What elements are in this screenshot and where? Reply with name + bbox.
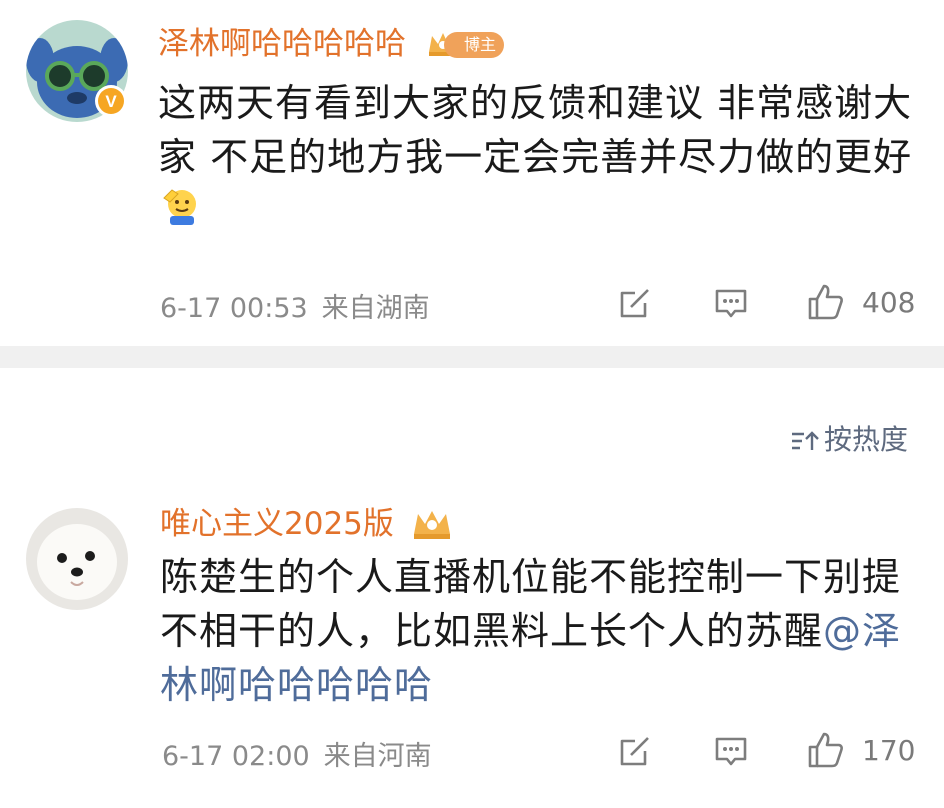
post-time: 6-17 00:53 [160, 293, 308, 324]
comment-like-count: 170 [862, 734, 916, 767]
post-username[interactable]: 泽林啊哈哈哈哈哈 [158, 24, 406, 64]
top-post: V 泽林啊哈哈哈哈哈 博主 这两天有看到大家的反馈和建议 非常感谢大家 不足的地… [0, 0, 944, 346]
sort-icon [791, 431, 819, 450]
comment-meta: 6-17 02:00 来自河南 [162, 734, 432, 773]
comment-location: 来自河南 [323, 741, 432, 772]
post-location: 来自湖南 [321, 293, 430, 324]
svg-text:V: V [105, 92, 117, 111]
blogger-badge: 博主 [444, 32, 505, 58]
dog-avatar-image [26, 508, 128, 610]
comment-text: 陈楚生的个人直播机位能不能控制一下别提不相干的人，比如黑料上长个人的苏醒 [160, 555, 902, 653]
salute-emoji-icon [163, 189, 196, 225]
commenter-username[interactable]: 唯心主义2025版 [160, 504, 394, 544]
like-icon[interactable] [806, 730, 846, 770]
share-icon[interactable] [617, 285, 653, 321]
comment-icon[interactable] [713, 285, 749, 321]
comment-time: 6-17 02:00 [162, 741, 310, 772]
like-icon[interactable] [806, 282, 846, 322]
post-meta: 6-17 00:53 来自湖南 [160, 286, 430, 325]
crown-icon [414, 511, 450, 539]
comment: 唯心主义2025版 陈楚生的个人直播机位能不能控制一下别提不相干的人，比如黑料上… [0, 490, 944, 808]
comment-content: 陈楚生的个人直播机位能不能控制一下别提不相干的人，比如黑料上长个人的苏醒@泽林啊… [160, 550, 920, 712]
verified-badge-icon: V [95, 85, 127, 117]
section-divider [0, 346, 944, 368]
share-icon[interactable] [617, 733, 653, 769]
sort-label: 按热度 [823, 423, 908, 456]
commenter-avatar[interactable] [26, 508, 128, 610]
sort-by-hot-button[interactable]: 按热度 [790, 418, 908, 458]
comment-icon[interactable] [713, 733, 749, 769]
post-content: 这两天有看到大家的反馈和建议 非常感谢大家 不足的地方我一定会完善并尽力做的更好 [158, 81, 913, 179]
post-like-count: 408 [862, 286, 916, 319]
